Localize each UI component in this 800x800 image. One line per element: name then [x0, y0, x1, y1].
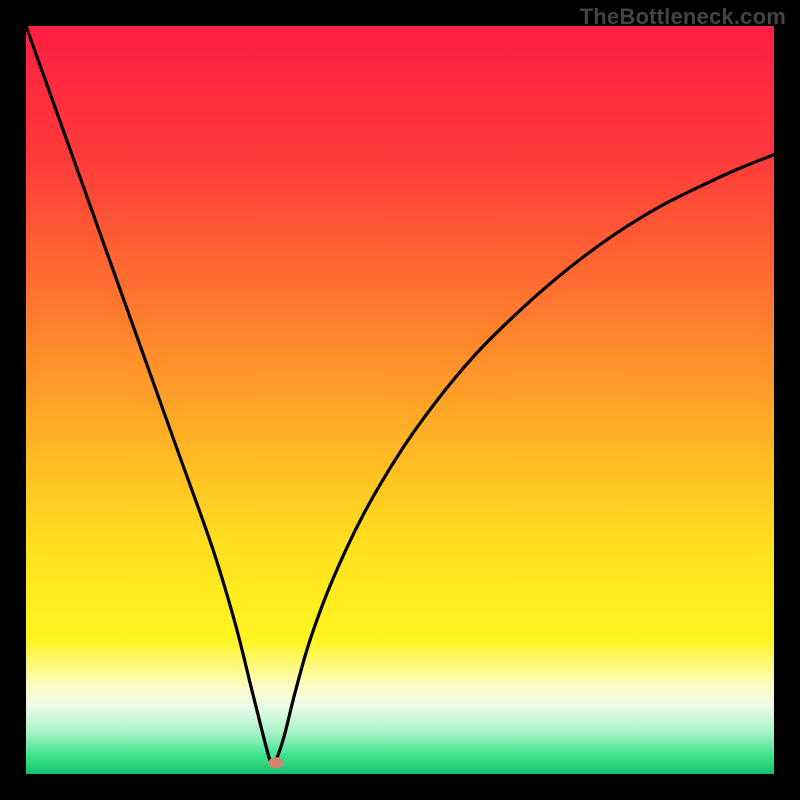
chart-frame: TheBottleneck.com: [0, 0, 800, 800]
chart-svg: [26, 26, 774, 774]
gradient-background: [26, 26, 774, 774]
plot-area: [26, 26, 774, 774]
optimal-point-marker: [268, 757, 283, 768]
